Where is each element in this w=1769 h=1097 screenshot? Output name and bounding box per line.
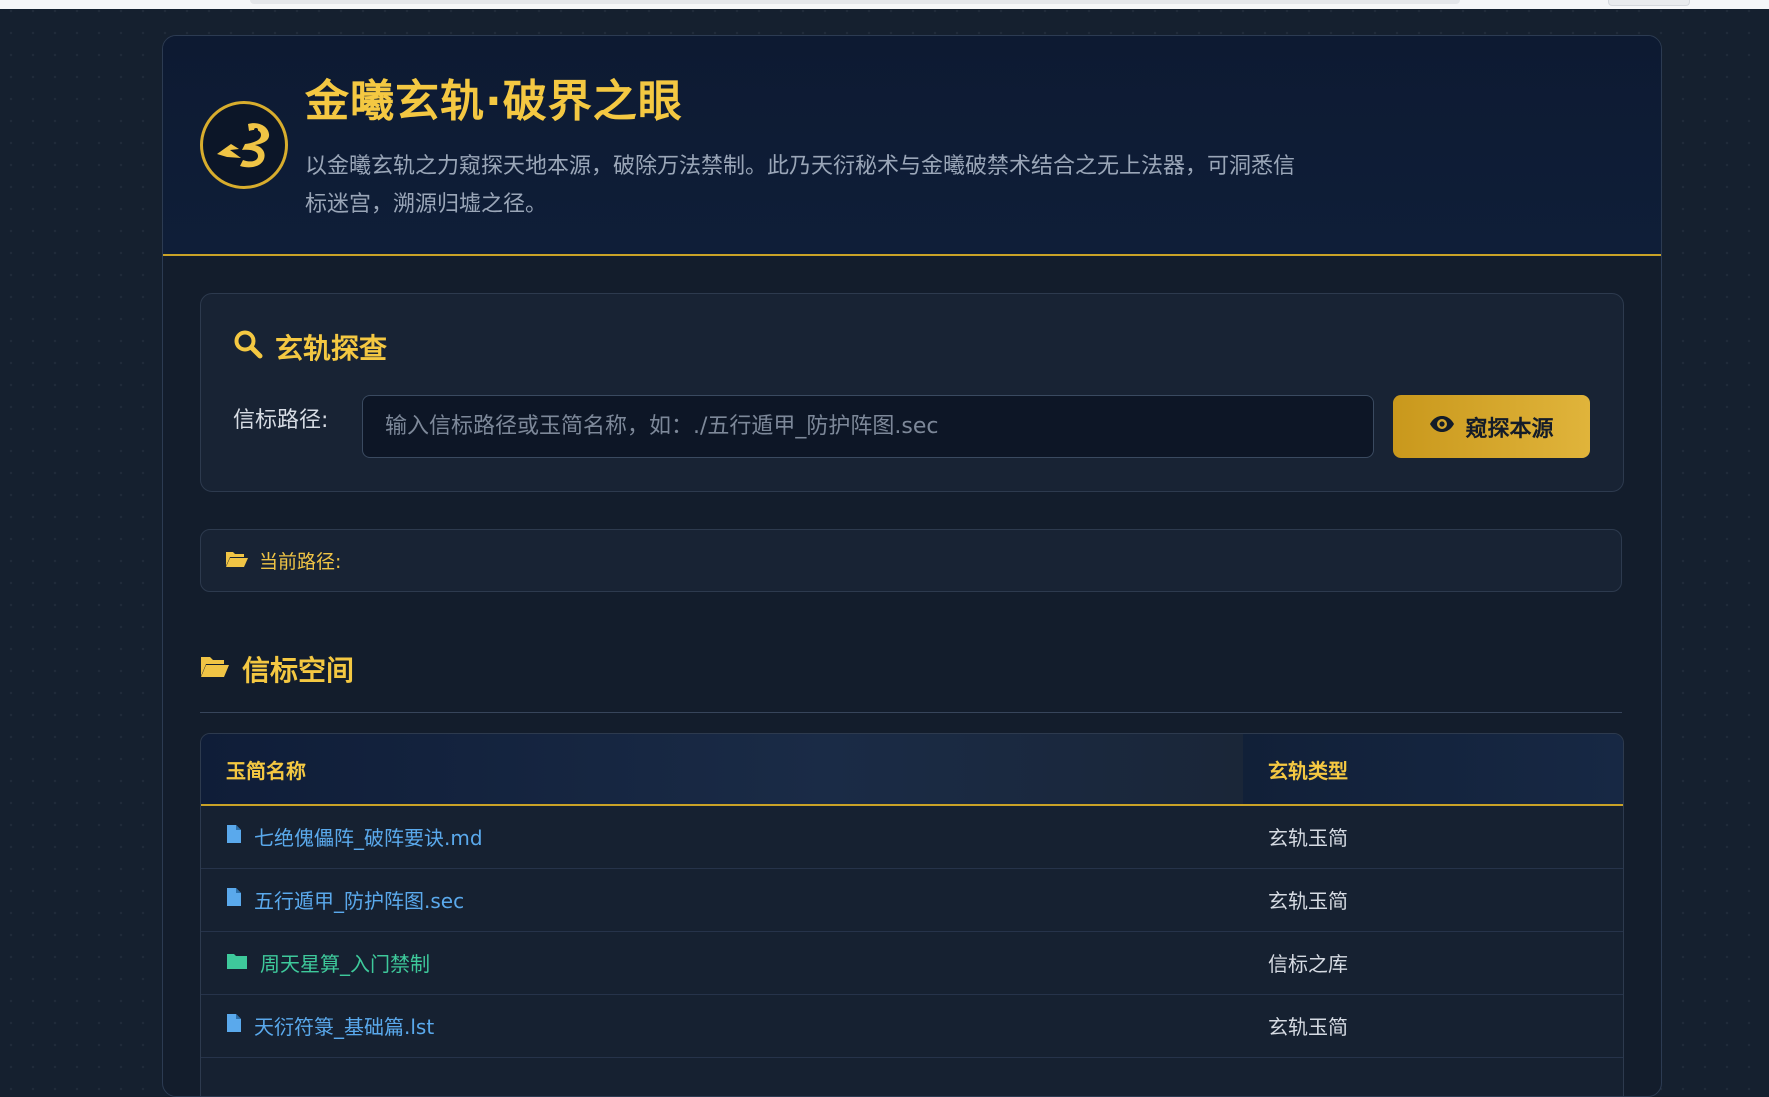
listing-section-title-text: 信标空间 xyxy=(242,654,355,687)
folder-open-icon xyxy=(200,653,230,686)
table-row[interactable]: 五行遁甲_防护阵图.sec 玄轨玉简 xyxy=(201,868,1623,932)
probe-source-button[interactable]: 窥探本源 xyxy=(1393,395,1590,458)
name-cell: 周天星算_入门禁制 xyxy=(201,931,1243,995)
column-header-name[interactable]: 玉简名称 xyxy=(201,734,1243,806)
folder-open-icon xyxy=(225,550,249,572)
probe-source-button-label: 窥探本源 xyxy=(1465,416,1554,442)
page-header: 金曦玄轨·破界之眼 以金曦玄轨之力窥探天地本源，破除万法禁制。此乃天衍秘术与金曦… xyxy=(163,36,1661,256)
path-field-label: 信标路径: xyxy=(233,408,329,433)
browser-top-strip xyxy=(0,0,1769,9)
file-icon xyxy=(226,1013,242,1038)
file-icon xyxy=(226,824,242,849)
page-title: 金曦玄轨·破界之眼 xyxy=(305,76,683,127)
listing-table-container: 玉简名称 玄轨类型 七绝傀儡阵_破阵要诀.md 玄轨玉简 五行遁甲_防护阵图.s… xyxy=(200,733,1624,1096)
search-panel-title: 玄轨探查 xyxy=(233,327,387,367)
type-cell: 信标之库 xyxy=(1243,931,1623,995)
table-row[interactable]: 天衍符箓_基础篇.lst 玄轨玉简 xyxy=(201,994,1623,1058)
search-panel: 玄轨探查 信标路径: 窥探本源 xyxy=(200,293,1624,492)
dragon-emblem-icon xyxy=(200,101,288,189)
file-link[interactable]: 七绝傀儡阵_破阵要诀.md xyxy=(254,822,483,851)
name-cell: 天衍符箓_基础篇.lst xyxy=(201,994,1243,1058)
table-header-row: 玉简名称 玄轨类型 xyxy=(201,734,1623,806)
type-cell: 玄轨玉简 xyxy=(1243,868,1623,932)
folder-link[interactable]: 周天星算_入门禁制 xyxy=(260,948,430,977)
table-row[interactable]: 周天星算_入门禁制 信标之库 xyxy=(201,931,1623,995)
search-icon xyxy=(233,329,263,366)
main-card: 金曦玄轨·破界之眼 以金曦玄轨之力窥探天地本源，破除万法禁制。此乃天衍秘术与金曦… xyxy=(162,35,1662,1097)
column-header-type[interactable]: 玄轨类型 xyxy=(1243,734,1623,806)
browser-strip-button[interactable] xyxy=(1608,0,1690,6)
file-link[interactable]: 五行遁甲_防护阵图.sec xyxy=(254,885,464,914)
type-cell: 玄轨玉简 xyxy=(1243,805,1623,869)
folder-icon xyxy=(226,951,248,975)
file-link[interactable]: 天衍符箓_基础篇.lst xyxy=(254,1011,434,1040)
name-cell: 七绝傀儡阵_破阵要诀.md xyxy=(201,805,1243,869)
file-icon xyxy=(226,887,242,912)
table-row[interactable]: 七绝傀儡阵_破阵要诀.md 玄轨玉简 xyxy=(201,805,1623,869)
current-path-bar: 当前路径: xyxy=(200,529,1622,592)
path-search-input[interactable] xyxy=(362,395,1374,458)
type-cell: 玄轨玉简 xyxy=(1243,994,1623,1058)
section-divider xyxy=(200,712,1622,713)
search-panel-title-text: 玄轨探查 xyxy=(275,332,388,365)
current-path-label: 当前路径: xyxy=(259,551,342,573)
listing-section-title: 信标空间 xyxy=(200,647,1622,691)
name-cell: 五行遁甲_防护阵图.sec xyxy=(201,868,1243,932)
eye-icon xyxy=(1429,414,1455,439)
listing-table: 玉简名称 玄轨类型 七绝傀儡阵_破阵要诀.md 玄轨玉简 五行遁甲_防护阵图.s… xyxy=(201,734,1623,1058)
browser-address-strip xyxy=(250,0,1460,4)
page-description: 以金曦玄轨之力窥探天地本源，破除万法禁制。此乃天衍秘术与金曦破禁术结合之无上法器… xyxy=(305,154,1296,217)
